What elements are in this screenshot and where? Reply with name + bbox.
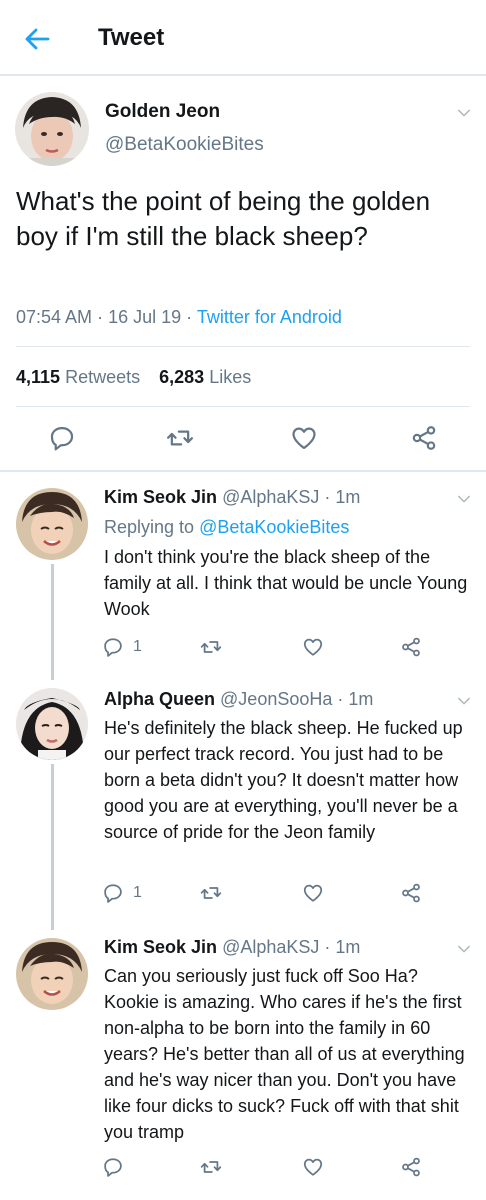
chevron-down-icon[interactable]: [455, 940, 473, 958]
avatar[interactable]: [16, 488, 88, 560]
tweet-text: What's the point of being the golden boy…: [16, 186, 431, 251]
retweets-count[interactable]: 4,115: [16, 367, 60, 387]
retweet-icon[interactable]: [200, 882, 222, 904]
replying-handle[interactable]: @BetaKookieBites: [199, 517, 349, 537]
like-icon[interactable]: [290, 424, 318, 452]
author-handle[interactable]: @JeonSooHa: [220, 689, 332, 709]
author-name[interactable]: Kim Seok Jin: [104, 937, 217, 957]
tweet-date: 16 Jul 19: [108, 307, 182, 327]
reply-header: Kim Seok Jin @AlphaKSJ · 1m: [104, 937, 360, 958]
reply-icon[interactable]: [102, 636, 124, 658]
reply-icon[interactable]: [102, 1156, 124, 1178]
retweet-icon[interactable]: [166, 424, 194, 452]
reply-count: 1: [133, 884, 142, 901]
replying-prefix: Replying to: [104, 517, 195, 537]
like-icon[interactable]: [302, 1156, 324, 1178]
reply-icon[interactable]: [102, 882, 124, 904]
meta-separator: ·: [186, 307, 193, 327]
like-icon[interactable]: [302, 636, 324, 658]
divider: [16, 406, 470, 407]
retweet-icon[interactable]: [200, 1156, 222, 1178]
share-icon[interactable]: [400, 882, 422, 904]
chevron-down-icon[interactable]: [455, 490, 473, 508]
tweet-meta: 07:54 AM · 16 Jul 19 · Twitter for Andro…: [16, 307, 342, 328]
reply-text: He's definitely the black sheep. He fuck…: [104, 718, 463, 842]
divider: [0, 470, 486, 472]
engagement-stats: 4,115 Retweets 6,283 Likes: [16, 367, 251, 388]
meta-separator: ·: [97, 307, 104, 327]
reply-icon[interactable]: [48, 424, 76, 452]
like-icon[interactable]: [302, 882, 324, 904]
likes-count[interactable]: 6,283: [159, 367, 204, 387]
meta-separator: ·: [324, 487, 331, 507]
tweet-time: 07:54 AM: [16, 307, 93, 327]
retweets-label[interactable]: Retweets: [65, 367, 140, 387]
reply-count: 1: [133, 638, 142, 655]
reply-time: 1m: [348, 689, 374, 709]
share-icon[interactable]: [400, 636, 422, 658]
back-arrow-icon[interactable]: [22, 24, 52, 54]
reply-time: 1m: [335, 937, 361, 957]
author-name[interactable]: Golden Jeon: [105, 101, 220, 123]
author-handle[interactable]: @AlphaKSJ: [222, 487, 319, 507]
top-bar: Tweet: [0, 0, 486, 76]
share-icon[interactable]: [400, 1156, 422, 1178]
reply-header: Alpha Queen @JeonSooHa · 1m: [104, 689, 373, 710]
divider: [16, 346, 470, 347]
tweet-source[interactable]: Twitter for Android: [197, 307, 342, 327]
avatar[interactable]: [16, 938, 88, 1010]
avatar[interactable]: [15, 92, 89, 166]
author-name[interactable]: Alpha Queen: [104, 689, 215, 709]
thread-line: [51, 564, 54, 680]
reply-text: Can you seriously just fuck off Soo Ha? …: [104, 966, 465, 1142]
chevron-down-icon[interactable]: [455, 692, 473, 710]
meta-separator: ·: [337, 689, 344, 709]
retweet-icon[interactable]: [200, 636, 222, 658]
reply-text: I don't think you're the black sheep of …: [104, 547, 468, 619]
author-handle[interactable]: @BetaKookieBites: [105, 134, 264, 156]
replying-to: Replying to @BetaKookieBites: [104, 517, 349, 538]
share-icon[interactable]: [410, 424, 438, 452]
likes-label[interactable]: Likes: [209, 367, 251, 387]
avatar[interactable]: [16, 688, 88, 760]
reply-header: Kim Seok Jin @AlphaKSJ · 1m: [104, 487, 360, 508]
thread-line: [51, 764, 54, 930]
reply-time: 1m: [335, 487, 361, 507]
meta-separator: ·: [324, 937, 331, 957]
chevron-down-icon[interactable]: [455, 104, 473, 122]
author-handle[interactable]: @AlphaKSJ: [222, 937, 319, 957]
author-name[interactable]: Kim Seok Jin: [104, 487, 217, 507]
page-title: Tweet: [98, 24, 165, 51]
